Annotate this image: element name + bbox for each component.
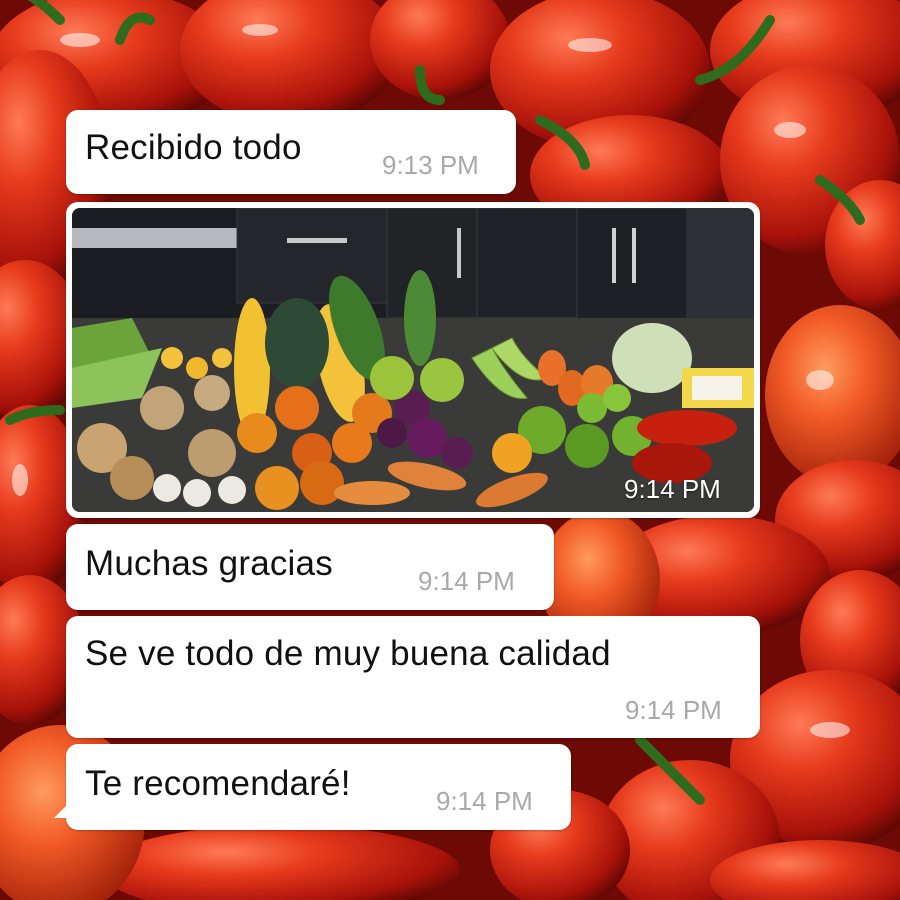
message-timestamp: 9:14 PM (436, 786, 533, 816)
message-timestamp: 9:14 PM (624, 474, 721, 504)
message-bubble-received-4[interactable]: Se ve todo de muy buena calidad 9:14 PM (66, 616, 760, 738)
message-text: Te recomendaré! (85, 764, 351, 803)
message-text: Muchas gracias (85, 544, 333, 583)
message-timestamp: 9:14 PM (625, 695, 722, 725)
message-bubble-received-1[interactable]: Recibido todo 9:13 PM (66, 110, 516, 194)
vegetables-photo[interactable] (72, 208, 754, 512)
vegetables-photo-image (72, 208, 754, 512)
bubble-tail (54, 804, 68, 818)
message-bubble-received-3[interactable]: Muchas gracias 9:14 PM (66, 524, 554, 610)
message-bubble-photo[interactable]: 9:14 PM (66, 202, 760, 518)
message-bubble-received-5[interactable]: Te recomendaré! 9:14 PM (54, 744, 571, 830)
message-text: Recibido todo (85, 128, 302, 167)
message-timestamp: 9:14 PM (418, 566, 515, 596)
message-text: Se ve todo de muy buena calidad (85, 634, 611, 673)
message-timestamp: 9:13 PM (382, 150, 479, 180)
